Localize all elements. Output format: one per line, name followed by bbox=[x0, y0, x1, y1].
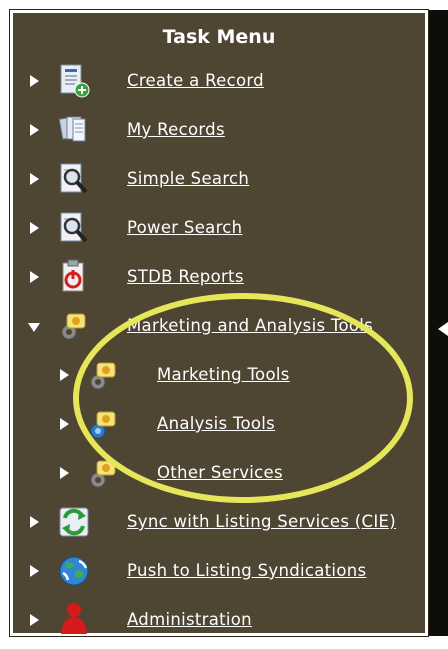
menu-item-label[interactable]: Create a Record bbox=[127, 71, 264, 90]
menu-item-label[interactable]: Administration bbox=[127, 610, 252, 629]
sync-icon bbox=[59, 507, 89, 537]
menu-item-marketing-analysis-tools[interactable]: Marketing and Analysis Tools bbox=[13, 304, 425, 350]
menu-item-simple-search[interactable]: Simple Search bbox=[13, 157, 425, 203]
expand-arrow-icon[interactable] bbox=[30, 516, 39, 528]
submenu-item-label[interactable]: Other Services bbox=[157, 463, 283, 482]
menu-item-administration[interactable]: Administration bbox=[13, 598, 425, 644]
submenu-item-analysis-tools[interactable]: Analysis Tools bbox=[13, 402, 425, 448]
menu-item-stdb-reports[interactable]: STDB Reports bbox=[13, 255, 425, 301]
expand-arrow-icon[interactable] bbox=[30, 75, 39, 87]
expand-arrow-icon[interactable] bbox=[30, 124, 39, 136]
pointer-arrow-icon bbox=[438, 322, 448, 336]
expand-arrow-icon[interactable] bbox=[30, 173, 39, 185]
menu-item-label[interactable]: My Records bbox=[127, 120, 225, 139]
my-records-icon bbox=[58, 116, 86, 142]
stdb-reports-icon bbox=[62, 259, 84, 292]
menu-item-label[interactable]: Push to Listing Syndications bbox=[127, 561, 366, 580]
menu-item-label[interactable]: STDB Reports bbox=[127, 267, 244, 286]
menu-item-create-record[interactable]: Create a Record bbox=[13, 59, 425, 105]
globe-icon bbox=[59, 556, 89, 586]
create-record-icon bbox=[60, 64, 90, 98]
marketing-tools-icon bbox=[90, 362, 116, 390]
expand-arrow-icon[interactable] bbox=[30, 271, 39, 283]
expand-arrow-icon[interactable] bbox=[30, 565, 39, 577]
task-menu-title: Task Menu bbox=[162, 26, 276, 48]
expand-arrow-icon[interactable] bbox=[30, 614, 39, 626]
expand-arrow-icon[interactable] bbox=[60, 467, 69, 479]
administration-icon bbox=[61, 603, 87, 634]
menu-item-label[interactable]: Sync with Listing Services (CIE) bbox=[127, 512, 396, 531]
submenu-item-marketing-tools[interactable]: Marketing Tools bbox=[13, 353, 425, 399]
menu-item-power-search[interactable]: Power Search bbox=[13, 206, 425, 252]
menu-item-sync-listing-services[interactable]: Sync with Listing Services (CIE) bbox=[13, 500, 425, 546]
marketing-analysis-icon bbox=[61, 313, 86, 340]
menu-item-label[interactable]: Marketing and Analysis Tools bbox=[127, 316, 373, 335]
submenu-item-other-services[interactable]: Other Services bbox=[13, 451, 425, 497]
submenu-item-label[interactable]: Analysis Tools bbox=[157, 414, 275, 433]
task-menu-panel: Task Menu Create a Record My Records Sim… bbox=[9, 9, 429, 637]
expand-arrow-icon[interactable] bbox=[30, 222, 39, 234]
analysis-tools-icon bbox=[90, 411, 116, 439]
menu-item-my-records[interactable]: My Records bbox=[13, 108, 425, 154]
simple-search-icon bbox=[60, 163, 88, 194]
submenu-item-label[interactable]: Marketing Tools bbox=[157, 365, 290, 384]
menu-item-label[interactable]: Simple Search bbox=[127, 169, 249, 188]
expand-arrow-icon[interactable] bbox=[60, 369, 69, 381]
collapse-arrow-icon[interactable] bbox=[28, 323, 40, 332]
menu-item-push-listing-syndications[interactable]: Push to Listing Syndications bbox=[13, 549, 425, 595]
power-search-icon bbox=[60, 212, 88, 243]
menu-item-label[interactable]: Power Search bbox=[127, 218, 242, 237]
other-services-icon bbox=[90, 460, 116, 488]
expand-arrow-icon[interactable] bbox=[60, 418, 69, 430]
